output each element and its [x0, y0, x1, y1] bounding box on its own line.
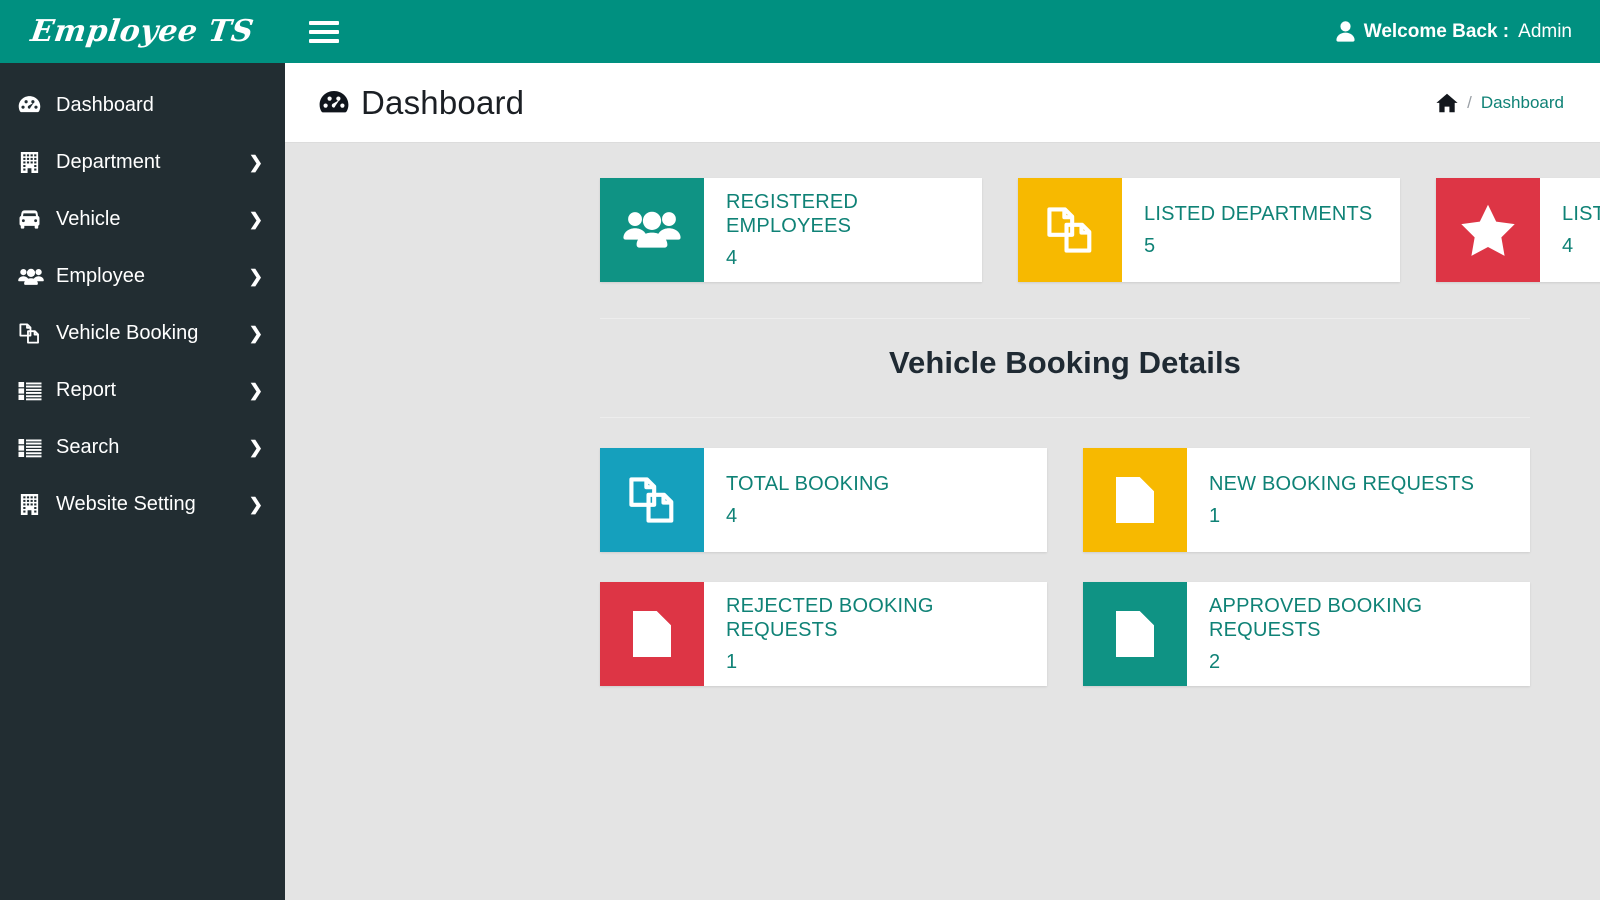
- sidebar-nav: Dashboard❯Department❯Vehicle❯Employee❯Ve…: [0, 63, 285, 533]
- stat-card-label: LISTED DEPARTMENTS: [1144, 202, 1373, 225]
- sidebar-item-label: Vehicle: [56, 208, 121, 230]
- stat-card-value: 5: [1144, 235, 1156, 258]
- brand-text: Employee TS: [28, 14, 257, 49]
- breadcrumb-separator: /: [1467, 92, 1472, 112]
- sidebar-item-search[interactable]: Search ❯: [0, 419, 285, 476]
- stat-card-label: REGISTERED EMPLOYEES: [726, 190, 859, 237]
- stat-card-value: 4: [726, 247, 738, 270]
- page-title-group: Dashboard: [319, 84, 524, 122]
- star-icon: [1436, 178, 1540, 282]
- car-icon: [18, 208, 48, 231]
- breadcrumb: / Dashboard: [1436, 93, 1564, 113]
- stat-card-body: LISTED VEHICLE 4: [1540, 178, 1600, 282]
- home-icon[interactable]: [1436, 93, 1458, 113]
- stat-card-label: APPROVED BOOKING REQUESTS: [1209, 594, 1423, 641]
- clone-icon: [600, 448, 704, 552]
- stat-card-body: NEW BOOKING REQUESTS 1: [1187, 448, 1530, 552]
- main-column: Welcome Back : Admin Dashboard / Dashboa…: [285, 0, 1600, 900]
- stat-card-label: NEW BOOKING REQUESTS: [1209, 472, 1475, 495]
- stats-row-primary: REGISTERED EMPLOYEES 4 LISTED DEPARTMENTS 5…: [285, 143, 1600, 282]
- tachometer-icon: [18, 94, 48, 117]
- stat-card-rejected-booking-requests[interactable]: REJECTED BOOKING REQUESTS 1: [600, 582, 1047, 686]
- users-icon: [18, 264, 48, 290]
- chevron-right-icon: ❯: [248, 495, 263, 514]
- stat-card-value: 2: [1209, 651, 1221, 674]
- sidebar-item-department[interactable]: Department ❯: [0, 134, 285, 191]
- list-icon: [18, 436, 48, 460]
- stat-card-body: TOTAL BOOKING 4: [704, 448, 1047, 552]
- stat-card-value: 1: [726, 651, 738, 674]
- section-title-group: Vehicle Booking Details: [285, 319, 1600, 381]
- stat-card-listed-departments[interactable]: LISTED DEPARTMENTS 5: [1018, 178, 1400, 282]
- stat-card-body: REGISTERED EMPLOYEES 4: [704, 178, 982, 282]
- sidebar-item-label: Search: [56, 436, 120, 458]
- chevron-right-icon: ❯: [248, 324, 263, 343]
- app-root: Employee TS Dashboard❯Department❯Vehicle…: [0, 0, 1600, 900]
- breadcrumb-current[interactable]: Dashboard: [1481, 93, 1564, 113]
- chevron-right-icon: ❯: [248, 153, 263, 172]
- welcome-label: Welcome Back :: [1363, 20, 1510, 42]
- stat-card-label: TOTAL BOOKING: [726, 472, 890, 495]
- building-icon: [18, 151, 48, 174]
- stat-card-value: 4: [1562, 235, 1574, 258]
- hamburger-menu-icon[interactable]: [309, 19, 339, 45]
- section-title: Vehicle Booking Details: [888, 345, 1242, 380]
- hamburger-bar: [309, 29, 339, 34]
- user-icon: [1336, 21, 1355, 42]
- stat-card-label: LISTED VEHICLE: [1562, 202, 1600, 225]
- top-header: Welcome Back : Admin: [285, 0, 1600, 63]
- sidebar-item-report[interactable]: Report ❯: [0, 362, 285, 419]
- welcome-username: Admin: [1518, 20, 1572, 42]
- sidebar-item-label: Vehicle Booking: [56, 322, 199, 344]
- hamburger-bar: [309, 38, 339, 43]
- brand-logo[interactable]: Employee TS: [0, 0, 285, 63]
- file-icon: [1083, 582, 1187, 686]
- sidebar-item-website-setting[interactable]: Website Setting ❯: [0, 476, 285, 533]
- stat-card-value: 1: [1209, 505, 1221, 528]
- stat-card-value: 4: [726, 505, 738, 528]
- tachometer-icon: [319, 89, 349, 116]
- stat-card-approved-booking-requests[interactable]: APPROVED BOOKING REQUESTS 2: [1083, 582, 1530, 686]
- clone-icon: [18, 322, 48, 345]
- chevron-right-icon: ❯: [248, 381, 263, 400]
- stat-card-body: APPROVED BOOKING REQUESTS 2: [1187, 582, 1530, 686]
- stat-card-new-booking-requests[interactable]: NEW BOOKING REQUESTS 1: [1083, 448, 1530, 552]
- chevron-right-icon: ❯: [248, 210, 263, 229]
- chevron-right-icon: ❯: [248, 267, 263, 286]
- sidebar-item-label: Dashboard: [56, 94, 154, 116]
- list-icon: [18, 379, 48, 403]
- sidebar-item-vehicle-booking[interactable]: Vehicle Booking ❯: [0, 305, 285, 362]
- chevron-right-icon: ❯: [248, 438, 263, 457]
- sidebar-item-label: Department: [56, 151, 161, 173]
- stats-row-booking-1: TOTAL BOOKING 4 NEW BOOKING REQUESTS 1: [285, 418, 1600, 552]
- sidebar-item-vehicle[interactable]: Vehicle ❯: [0, 191, 285, 248]
- sidebar-item-dashboard[interactable]: Dashboard❯: [0, 77, 285, 134]
- page-header: Dashboard / Dashboard: [285, 63, 1600, 143]
- stats-row-booking-2: REJECTED BOOKING REQUESTS 1 APPROVED BOOKI…: [285, 552, 1600, 686]
- stat-card-total-booking[interactable]: TOTAL BOOKING 4: [600, 448, 1047, 552]
- sidebar-item-label: Report: [56, 379, 117, 401]
- file-icon: [1083, 448, 1187, 552]
- stat-card-body: REJECTED BOOKING REQUESTS 1: [704, 582, 1047, 686]
- page-title: Dashboard: [361, 83, 525, 121]
- stat-card-listed-vehicle[interactable]: LISTED VEHICLE 4: [1436, 178, 1600, 282]
- sidebar-item-employee[interactable]: Employee ❯: [0, 248, 285, 305]
- sidebar: Employee TS Dashboard❯Department❯Vehicle…: [0, 0, 285, 900]
- clone-icon: [1018, 178, 1122, 282]
- stat-card-registered-employees[interactable]: REGISTERED EMPLOYEES 4: [600, 178, 982, 282]
- sidebar-item-label: Employee: [56, 265, 145, 287]
- users-icon: [600, 178, 704, 282]
- hamburger-bar: [309, 20, 339, 25]
- building-icon: [18, 493, 48, 516]
- stat-card-label: REJECTED BOOKING REQUESTS: [726, 594, 934, 641]
- dashboard-content: REGISTERED EMPLOYEES 4 LISTED DEPARTMENTS 5…: [285, 143, 1600, 900]
- welcome-user-menu[interactable]: Welcome Back : Admin: [1336, 21, 1572, 43]
- sidebar-item-label: Website Setting: [56, 493, 196, 515]
- stat-card-body: LISTED DEPARTMENTS 5: [1122, 178, 1400, 282]
- file-icon: [600, 582, 704, 686]
